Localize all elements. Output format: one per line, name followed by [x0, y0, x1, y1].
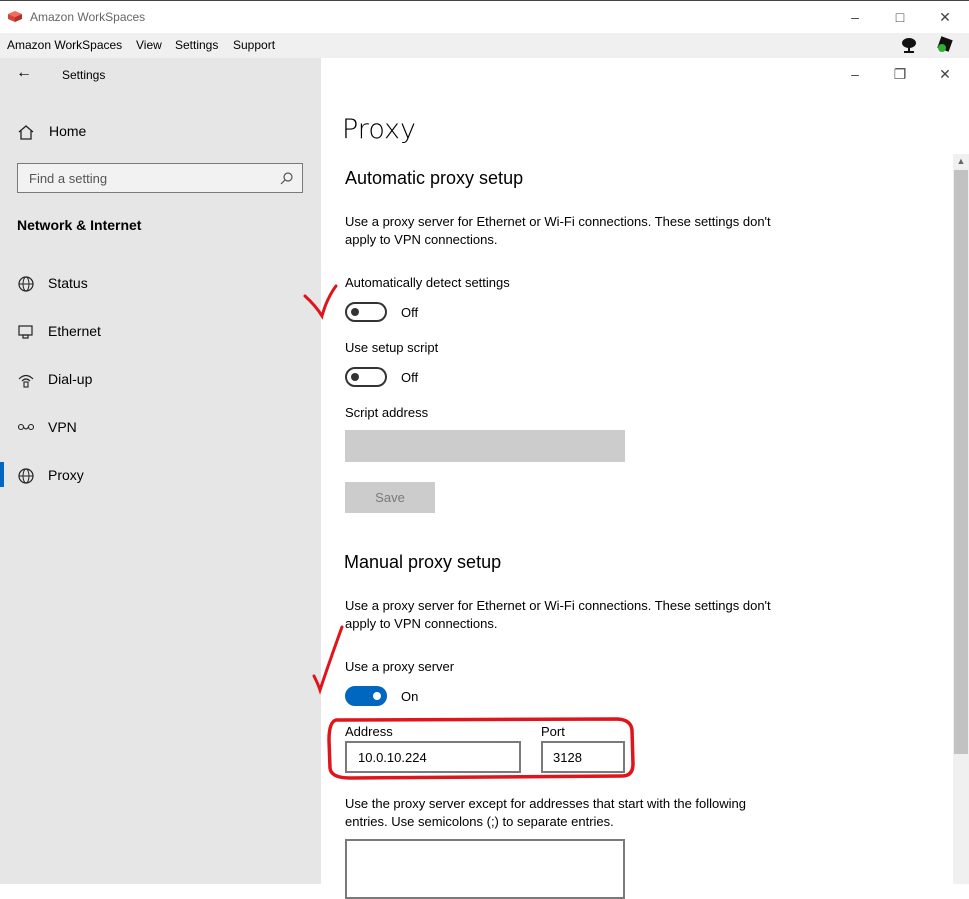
settings-restore-button[interactable]: ❐: [877, 58, 923, 90]
automatic-proxy-heading: Automatic proxy setup: [345, 168, 524, 188]
search-placeholder: Find a setting: [29, 171, 108, 186]
port-value: 3128: [553, 750, 582, 765]
find-setting-search-input[interactable]: Find a setting: [17, 163, 303, 193]
scrollbar-thumb[interactable]: [954, 170, 968, 754]
script-address-label: Script address: [345, 405, 429, 420]
setup-script-toggle[interactable]: [345, 367, 387, 387]
globe-icon: [18, 276, 34, 292]
sidebar-item-vpn[interactable]: VPN: [0, 407, 321, 447]
selected-indicator: [0, 462, 4, 487]
connection-status-icon[interactable]: [936, 36, 954, 54]
auto-detect-state: Off: [401, 305, 419, 320]
sidebar-item-proxy[interactable]: Proxy: [0, 455, 321, 495]
page-title: Proxy: [342, 114, 416, 145]
workspaces-logo-icon: [8, 11, 22, 22]
settings-sidebar: ← Settings Home Find a setting Network &…: [0, 58, 321, 884]
script-address-input[interactable]: [345, 430, 625, 462]
scroll-up-icon[interactable]: ▲: [953, 154, 969, 168]
auto-detect-label: Automatically detect settings: [345, 275, 510, 290]
exceptions-description: Use the proxy server except for addresse…: [345, 796, 747, 829]
settings-window-title: Settings: [62, 68, 106, 82]
sidebar-item-status[interactable]: Status: [0, 263, 321, 303]
manual-proxy-description: Use a proxy server for Ethernet or Wi-Fi…: [345, 598, 771, 631]
ethernet-icon: [18, 325, 33, 339]
sidebar-item-label: Ethernet: [48, 323, 101, 339]
proxy-settings-panel: – ❐ ✕ Proxy Automatic proxy setup Use a …: [321, 58, 969, 899]
vertical-scrollbar[interactable]: ▲: [953, 154, 969, 884]
auto-detect-toggle[interactable]: [345, 302, 387, 322]
app-menu-bar: Amazon WorkSpaces View Settings Support: [0, 33, 969, 58]
setup-script-label: Use setup script: [345, 340, 439, 355]
vpn-icon: [17, 423, 35, 431]
globe-icon: [18, 468, 34, 484]
search-icon: [280, 172, 293, 185]
sidebar-item-label: Status: [48, 275, 88, 291]
close-button[interactable]: ✕: [922, 1, 968, 33]
network-health-icon[interactable]: [900, 37, 918, 54]
sidebar-item-dialup[interactable]: Dial-up: [0, 359, 321, 399]
address-label: Address: [345, 724, 393, 739]
menu-view[interactable]: View: [136, 38, 162, 52]
port-label: Port: [541, 724, 565, 739]
sidebar-item-ethernet[interactable]: Ethernet: [0, 311, 321, 351]
settings-minimize-button[interactable]: –: [832, 58, 878, 90]
back-arrow-icon[interactable]: ←: [16, 64, 32, 82]
port-input[interactable]: 3128: [541, 741, 625, 773]
home-icon: [18, 125, 34, 140]
section-title: Network & Internet: [17, 217, 142, 233]
address-value: 10.0.10.224: [358, 750, 427, 765]
sidebar-item-label: VPN: [48, 419, 77, 435]
sidebar-item-label: Home: [49, 123, 87, 139]
use-proxy-label: Use a proxy server: [345, 659, 455, 674]
exceptions-input[interactable]: [345, 839, 625, 899]
maximize-button[interactable]: □: [877, 1, 923, 33]
manual-proxy-heading: Manual proxy setup: [344, 552, 502, 572]
setup-script-state: Off: [401, 370, 419, 385]
settings-close-button[interactable]: ✕: [922, 58, 968, 90]
dialup-icon: [18, 374, 34, 388]
use-proxy-state: On: [401, 689, 419, 704]
menu-settings[interactable]: Settings: [175, 38, 218, 52]
address-input[interactable]: 10.0.10.224: [345, 741, 521, 773]
sidebar-item-home[interactable]: Home: [0, 111, 321, 151]
menu-support[interactable]: Support: [233, 38, 275, 52]
minimize-button[interactable]: –: [832, 1, 878, 33]
app-title: Amazon WorkSpaces: [30, 10, 146, 24]
sidebar-item-label: Dial-up: [48, 371, 93, 387]
menu-amazon-workspaces[interactable]: Amazon WorkSpaces: [7, 38, 122, 52]
sidebar-item-label: Proxy: [48, 467, 84, 483]
automatic-proxy-description: Use a proxy server for Ethernet or Wi-Fi…: [345, 214, 771, 247]
save-button[interactable]: Save: [345, 482, 435, 513]
app-title-bar: Amazon WorkSpaces – □ ✕: [0, 0, 969, 33]
use-proxy-toggle[interactable]: [345, 686, 387, 706]
